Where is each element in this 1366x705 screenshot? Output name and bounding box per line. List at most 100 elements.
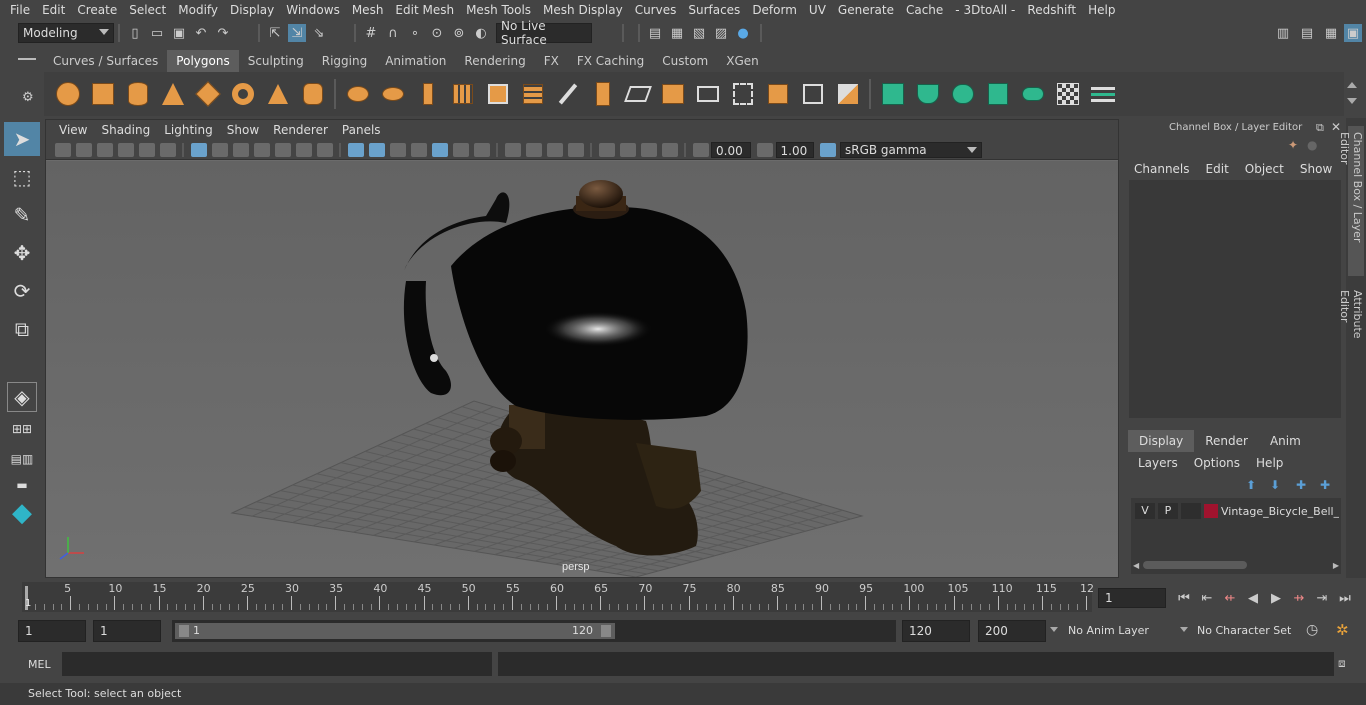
mode-selector[interactable]: Modeling xyxy=(18,23,114,43)
snap-point-icon[interactable]: ∘ xyxy=(406,24,424,42)
grease-pencil-icon[interactable] xyxy=(138,142,155,157)
layer-list-scrollbar[interactable]: ◀ ▶ xyxy=(1133,560,1339,570)
scene-view[interactable]: persp xyxy=(46,161,1118,577)
depth-of-field-icon[interactable] xyxy=(567,142,584,157)
menu-redshift[interactable]: Redshift xyxy=(1021,3,1082,17)
exposure-field[interactable]: 0.00 xyxy=(711,141,751,158)
mirror-icon[interactable] xyxy=(413,79,443,109)
play-forwards-icon[interactable]: ▶ xyxy=(1266,589,1286,607)
redo-icon[interactable]: ↷ xyxy=(214,24,232,42)
range-right-grip[interactable] xyxy=(601,625,611,637)
channel-lock-icon[interactable]: ● xyxy=(1307,138,1317,152)
render-view-icon[interactable]: ▤ xyxy=(646,24,664,42)
step-back-frame-icon[interactable]: ⇷ xyxy=(1220,589,1240,607)
poly-plane-icon[interactable] xyxy=(193,79,223,109)
character-set-selector[interactable]: No Character Set xyxy=(1197,624,1291,637)
smooth-shade-icon[interactable] xyxy=(368,142,385,157)
resolution-gate-icon[interactable] xyxy=(232,142,249,157)
textured-icon[interactable] xyxy=(431,142,448,157)
menu-generate[interactable]: Generate xyxy=(832,3,900,17)
xray-joints-icon[interactable] xyxy=(640,142,657,157)
select-tool-icon[interactable]: ➤ xyxy=(4,122,40,156)
toggle-sidebar-icon[interactable]: ▦ xyxy=(1322,24,1340,42)
move-layer-down-icon[interactable]: ⬇ xyxy=(1270,478,1280,492)
xray-icon[interactable] xyxy=(619,142,636,157)
menu-modify[interactable]: Modify xyxy=(172,3,224,17)
hypershade-icon[interactable]: ● xyxy=(734,24,752,42)
anim-layer-selector[interactable]: No Anim Layer xyxy=(1068,624,1149,637)
menu-display[interactable]: Display xyxy=(224,3,280,17)
start-time-field[interactable]: 1 xyxy=(18,620,86,642)
unfold-icon[interactable] xyxy=(1018,79,1048,109)
command-language-label[interactable]: MEL xyxy=(28,658,51,671)
channel-box-menu-show[interactable]: Show xyxy=(1300,162,1332,176)
open-scene-icon[interactable]: ▭ xyxy=(148,24,166,42)
layer-menu-help[interactable]: Help xyxy=(1256,456,1283,470)
playback-start-field[interactable]: 1 xyxy=(93,620,161,642)
menu-curves[interactable]: Curves xyxy=(629,3,683,17)
menu-3dtoall[interactable]: - 3DtoAll - xyxy=(949,3,1021,17)
viewport-menu-lighting[interactable]: Lighting xyxy=(157,123,220,137)
layer-menu-options[interactable]: Options xyxy=(1194,456,1240,470)
shelf-tab-rigging[interactable]: Rigging xyxy=(313,50,376,72)
combine-icon[interactable] xyxy=(343,79,373,109)
layer-tab-render[interactable]: Render xyxy=(1194,430,1259,452)
single-perspective-icon[interactable]: ◈ xyxy=(7,382,37,412)
script-editor-icon[interactable]: ⧈ xyxy=(1338,656,1346,671)
command-input[interactable] xyxy=(62,652,492,676)
layout-persp-graph-icon[interactable]: ▬ xyxy=(4,476,40,494)
toggle-panels-icon[interactable]: ▤ xyxy=(1298,24,1316,42)
shelf-tab-fx[interactable]: FX xyxy=(535,50,568,72)
channel-box-toggle-icon[interactable]: ▣ xyxy=(1344,24,1362,42)
range-slider-handle[interactable]: 1 120 xyxy=(175,623,615,639)
gamma-icon[interactable] xyxy=(757,142,773,157)
image-plane-icon[interactable] xyxy=(96,142,113,157)
gamma-field[interactable]: 1.00 xyxy=(775,141,814,158)
shelf-settings-icon[interactable]: ⚙ xyxy=(22,90,34,105)
channel-box-menu-edit[interactable]: Edit xyxy=(1206,162,1229,176)
shelf-tab-xgen[interactable]: XGen xyxy=(717,50,768,72)
automatic-map-icon[interactable] xyxy=(983,79,1013,109)
viewport-menu-view[interactable]: View xyxy=(52,123,94,137)
new-layer-icon[interactable]: ✚ xyxy=(1296,478,1306,492)
menu-edit-mesh[interactable]: Edit Mesh xyxy=(389,3,460,17)
poly-cylinder-icon[interactable] xyxy=(123,79,153,109)
gate-mask-icon[interactable] xyxy=(253,142,270,157)
layer-display-type[interactable] xyxy=(1181,503,1201,519)
chevron-down-icon[interactable] xyxy=(1180,627,1188,632)
select-hierarchy-icon[interactable]: ⇱ xyxy=(266,24,284,42)
film-gate-icon[interactable] xyxy=(211,142,228,157)
screen-space-ao-icon[interactable] xyxy=(504,142,521,157)
channel-box-menu-channels[interactable]: Channels xyxy=(1134,162,1190,176)
lasso-tool-icon[interactable]: ⬚ xyxy=(4,160,40,194)
safe-action-icon[interactable] xyxy=(295,142,312,157)
safe-title-icon[interactable] xyxy=(316,142,333,157)
menu-windows[interactable]: Windows xyxy=(280,3,346,17)
paint-select-icon[interactable]: ✎ xyxy=(4,198,40,232)
planar-map-icon[interactable] xyxy=(878,79,908,109)
go-to-start-icon[interactable]: ⏮ xyxy=(1174,589,1194,607)
layer-color-swatch[interactable] xyxy=(1204,504,1218,518)
snap-curve-icon[interactable]: ∩ xyxy=(384,24,402,42)
shelf-menu-icon[interactable] xyxy=(18,58,36,60)
playback-end-field[interactable]: 120 xyxy=(902,620,970,642)
tab-attribute-editor[interactable]: Attribute Editor xyxy=(1338,284,1364,374)
menu-mesh-display[interactable]: Mesh Display xyxy=(537,3,629,17)
color-space-dropdown[interactable]: sRGB gamma xyxy=(840,141,982,158)
uv-layout-icon[interactable] xyxy=(833,79,863,109)
poly-cube-icon[interactable] xyxy=(88,79,118,109)
menu-select[interactable]: Select xyxy=(123,3,172,17)
exposure-icon[interactable] xyxy=(692,142,709,157)
menu-mesh-tools[interactable]: Mesh Tools xyxy=(460,3,537,17)
channel-key-icon[interactable]: ✦ xyxy=(1288,138,1298,152)
fill-hole-icon[interactable] xyxy=(763,79,793,109)
layout-persp-outliner-icon[interactable]: ▤▥ xyxy=(4,446,40,472)
poly-cone-icon[interactable] xyxy=(158,79,188,109)
viewport-menu-shading[interactable]: Shading xyxy=(94,123,157,137)
snap-projected-icon[interactable]: ⊙ xyxy=(428,24,446,42)
chevron-down-icon[interactable] xyxy=(1050,627,1058,632)
layer-tab-display[interactable]: Display xyxy=(1128,430,1195,452)
shelf-tab-curves-surfaces[interactable]: Curves / Surfaces xyxy=(44,50,167,72)
motion-blur-icon[interactable] xyxy=(525,142,542,157)
scroll-right-icon[interactable]: ▶ xyxy=(1333,561,1339,570)
